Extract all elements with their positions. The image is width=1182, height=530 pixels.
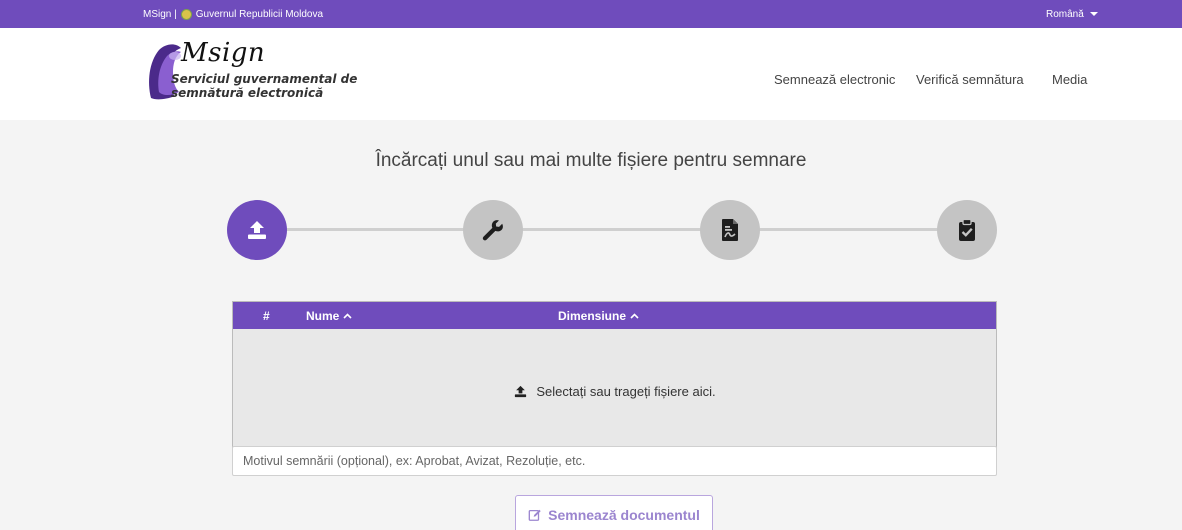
step-upload[interactable] (227, 200, 287, 260)
language-selector[interactable]: Română (1046, 0, 1098, 28)
nav-verify-signature[interactable]: Verifică semnătura (916, 72, 1024, 87)
navbar: Msign Serviciul guvernamental de semnătu… (0, 28, 1182, 120)
step-configure[interactable] (463, 200, 523, 260)
clipboard-check-icon (959, 218, 975, 241)
column-index: # (263, 308, 270, 323)
upload-icon (515, 385, 527, 398)
sign-document-label: Semnează documentul (548, 507, 700, 523)
brand-prefix: MSign | (143, 8, 177, 20)
column-name[interactable]: Nume (306, 302, 352, 329)
signing-reason-input[interactable] (232, 446, 997, 476)
wrench-icon (482, 220, 503, 241)
caret-down-icon (1089, 12, 1098, 16)
logo-wordmark: Msign (181, 38, 266, 68)
logo-tagline-line2: semnătură electronică (171, 86, 324, 100)
language-label: Română (1046, 8, 1084, 20)
logo-tagline: Serviciul guvernamental de semnătură ele… (171, 72, 357, 100)
government-seal-icon (180, 8, 192, 20)
nav-media[interactable]: Media (1052, 72, 1087, 87)
top-bar: MSign | Guvernul Republicii Moldova Româ… (0, 0, 1182, 28)
dropzone-text: Selectați sau trageți fișiere aici. (536, 384, 716, 399)
page-title: Încărcați unul sau mai multe fișiere pen… (375, 150, 807, 171)
upload-icon (248, 221, 266, 239)
logo-tagline-line1: Serviciul guvernamental de (171, 72, 358, 86)
msign-logo[interactable]: Msign Serviciul guvernamental de semnătu… (143, 38, 403, 118)
pdf-file-icon (722, 219, 738, 241)
file-dropzone[interactable]: Selectați sau trageți fișiere aici. (233, 329, 996, 454)
column-name-label: Nume (306, 308, 340, 323)
column-size-label: Dimensiune (558, 308, 627, 323)
step-signed[interactable] (937, 200, 997, 260)
sign-document-button[interactable]: Semnează documentul (515, 495, 713, 530)
edit-icon (528, 509, 541, 521)
sort-up-icon (343, 312, 352, 319)
table-header: # Nume Dimensiune (233, 302, 996, 329)
sort-up-icon (630, 312, 639, 319)
step-document[interactable] (700, 200, 760, 260)
stepper-line (257, 228, 967, 231)
top-brand: MSign | Guvernul Republicii Moldova (143, 0, 323, 28)
column-size[interactable]: Dimensiune (558, 302, 639, 329)
files-table: # Nume Dimensiune Selectați sau trageți … (232, 301, 997, 454)
government-name: Guvernul Republicii Moldova (195, 8, 324, 20)
nav-sign-electronically[interactable]: Semnează electronic (774, 72, 895, 87)
